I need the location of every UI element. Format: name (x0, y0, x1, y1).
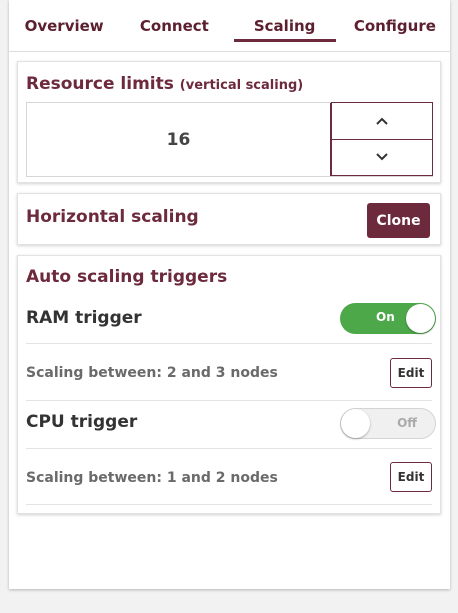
resource-limit-stepper: 16 (26, 102, 433, 177)
cpu-scaling-range: Scaling between: 1 and 2 nodes (26, 470, 278, 486)
decrement-button[interactable] (331, 138, 433, 176)
tab-overview[interactable]: Overview (9, 0, 119, 51)
chevron-up-icon (376, 117, 388, 125)
scaling-panel: Overview Connect Scaling Configure Resou… (9, 0, 450, 589)
tab-scaling[interactable]: Scaling (230, 0, 340, 51)
cpu-edit-button[interactable]: Edit (390, 462, 432, 492)
resource-limits-title: Resource limits (26, 74, 174, 94)
tab-configure[interactable]: Configure (340, 0, 450, 51)
ram-edit-button[interactable]: Edit (390, 358, 432, 388)
stepper-buttons (330, 102, 433, 176)
auto-scaling-card: Auto scaling triggers RAM trigger On Sca… (17, 255, 441, 514)
divider (26, 448, 432, 449)
clone-button[interactable]: Clone (367, 203, 430, 238)
cpu-toggle-label: Off (397, 416, 417, 430)
resource-limits-subtitle: (vertical scaling) (179, 78, 304, 93)
ram-toggle-label: On (376, 310, 395, 324)
cpu-trigger-title: CPU trigger (26, 412, 138, 432)
ram-scaling-range: Scaling between: 2 and 3 nodes (26, 365, 278, 381)
ram-trigger-title: RAM trigger (26, 308, 142, 328)
resource-limits-heading: Resource limits (vertical scaling) (26, 74, 303, 94)
toggle-knob (341, 409, 370, 438)
tab-connect[interactable]: Connect (119, 0, 229, 51)
horizontal-scaling-card: Horizontal scaling Clone (17, 193, 441, 245)
horizontal-scaling-title: Horizontal scaling (26, 207, 199, 227)
resource-limit-value[interactable]: 16 (27, 103, 330, 176)
increment-button[interactable] (331, 102, 433, 140)
toggle-knob (406, 304, 435, 333)
ram-trigger-toggle[interactable]: On (340, 303, 436, 334)
resource-limits-card: Resource limits (vertical scaling) 16 (17, 61, 441, 183)
cpu-trigger-toggle[interactable]: Off (340, 408, 436, 439)
divider (26, 504, 432, 505)
divider (26, 400, 432, 401)
chevron-down-icon (376, 153, 388, 161)
tab-bar: Overview Connect Scaling Configure (9, 0, 450, 52)
divider (26, 343, 432, 344)
auto-scaling-title: Auto scaling triggers (26, 267, 228, 287)
